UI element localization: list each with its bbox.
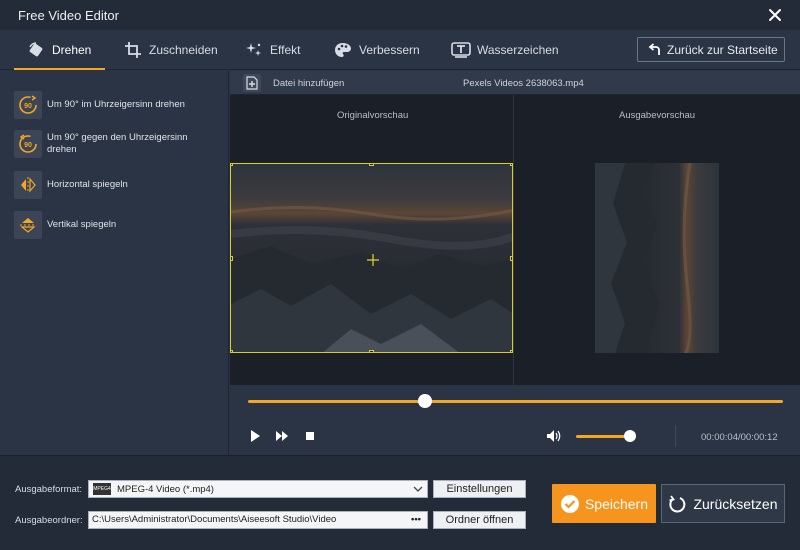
tab-zuschneiden[interactable]: Zuschneiden xyxy=(123,30,218,70)
flip-horizontal-icon xyxy=(14,171,42,199)
save-button-label: Speichern xyxy=(584,495,649,512)
original-video-frame xyxy=(231,164,512,352)
rotate-counterclockwise-label: Um 90° gegen den Uhrzeigersinn drehen xyxy=(47,132,188,155)
output-folder-value: C:\Users\Administrator\Documents\Aiseeso… xyxy=(92,514,337,525)
rotate-options-panel: 90 Um 90° im Uhrzeigersinn drehen 90 Um … xyxy=(0,71,229,455)
output-settings: Ausgabeformat: MPEG4 MPEG-4 Video (*.mp4… xyxy=(0,455,800,550)
volume-icon[interactable] xyxy=(546,429,562,443)
flip-vertical-option[interactable]: Vertikal spiegeln xyxy=(14,211,116,239)
volume-handle[interactable] xyxy=(624,430,636,442)
rotate-cw-badge: 90 xyxy=(24,103,32,110)
tab-label: Verbessern xyxy=(359,43,420,57)
play-icon[interactable] xyxy=(248,429,262,443)
preview-area: Originalvorschau Ausgabevorschau xyxy=(230,95,800,385)
rotate-ccw-badge: 90 xyxy=(24,142,32,149)
output-folder-label: Ausgabeordner: xyxy=(15,515,83,526)
output-preview-label: Ausgabevorschau xyxy=(619,110,696,121)
crop-handle[interactable] xyxy=(231,164,233,166)
rotate-cw-90-icon: 90 xyxy=(14,91,42,119)
tab-wasserzeichen[interactable]: Wasserzeichen xyxy=(451,30,559,70)
home-button-label: Zurück zur Startseite xyxy=(667,42,778,57)
palette-icon xyxy=(333,40,353,60)
back-arrow-icon xyxy=(648,42,660,55)
tab-label: Wasserzeichen xyxy=(477,43,559,57)
title-bar: Free Video Editor xyxy=(0,0,800,30)
flip-vertical-label: Vertikal spiegeln xyxy=(47,219,117,230)
output-format-select[interactable]: MPEG4 MPEG-4 Video (*.mp4) xyxy=(88,480,428,498)
rotate-icon xyxy=(26,40,46,60)
timecode: 00:00:04/00:00:12 xyxy=(701,432,778,443)
time-separator xyxy=(675,425,676,447)
close-icon[interactable] xyxy=(766,6,784,24)
reset-button-label: Zurücksetzen xyxy=(693,495,778,512)
checkmark-icon xyxy=(560,494,579,513)
open-folder-button[interactable]: Ordner öffnen xyxy=(433,511,526,529)
reset-button[interactable]: Zurücksetzen xyxy=(661,484,785,523)
home-button[interactable]: Zurück zur Startseite xyxy=(637,37,785,62)
original-preview-label: Originalvorschau xyxy=(337,110,409,121)
stop-icon[interactable] xyxy=(303,429,317,443)
tab-label: Effekt xyxy=(270,43,301,57)
preview-divider xyxy=(513,95,514,385)
file-bar: Datei hinzufügen Pexels Videos 2638063.m… xyxy=(230,71,800,95)
tab-label: Drehen xyxy=(52,43,92,57)
rotate-clockwise-label: Um 90° im Uhrzeigersinn drehen xyxy=(47,99,185,110)
crop-handle[interactable] xyxy=(231,256,233,261)
add-file-icon[interactable] xyxy=(243,74,261,92)
tab-effekt[interactable]: Effekt xyxy=(244,30,300,70)
rotate-clockwise-option[interactable]: 90 Um 90° im Uhrzeigersinn drehen xyxy=(14,91,185,119)
crop-handle[interactable] xyxy=(510,164,512,166)
tab-label: Zuschneiden xyxy=(149,43,218,57)
add-file-label[interactable]: Datei hinzufügen xyxy=(273,78,344,89)
mpeg4-format-icon: MPEG4 xyxy=(93,483,111,495)
rotate-counterclockwise-option[interactable]: 90 Um 90° gegen den Uhrzeigersinn drehen xyxy=(14,130,204,158)
settings-button[interactable]: Einstellungen xyxy=(433,480,526,498)
flip-horizontal-option[interactable]: Horizontal spiegeln xyxy=(14,171,128,199)
crop-handle[interactable] xyxy=(231,350,233,352)
seek-bar[interactable] xyxy=(248,400,783,403)
flip-horizontal-label: Horizontal spiegeln xyxy=(47,179,128,190)
flip-vertical-icon xyxy=(14,211,42,239)
sparkle-icon xyxy=(244,40,264,60)
tab-drehen[interactable]: Drehen xyxy=(13,30,106,70)
reset-icon xyxy=(669,494,686,512)
output-folder-input[interactable]: C:\Users\Administrator\Documents\Aiseeso… xyxy=(88,511,428,529)
output-format-value: MPEG-4 Video (*.mp4) xyxy=(117,483,214,495)
original-video-crop-frame[interactable] xyxy=(230,163,513,353)
tab-verbessern[interactable]: Verbessern xyxy=(333,30,420,70)
playback-controls: 00:00:04/00:00:12 xyxy=(230,385,800,455)
window-title: Free Video Editor xyxy=(18,8,119,23)
browse-folder-button[interactable]: ••• xyxy=(411,512,421,528)
crop-handle[interactable] xyxy=(369,350,374,352)
seek-handle[interactable] xyxy=(417,394,432,408)
output-video-frame xyxy=(595,163,719,353)
fast-forward-icon[interactable] xyxy=(275,429,289,443)
crop-handle[interactable] xyxy=(510,350,512,352)
output-format-label: Ausgabeformat: xyxy=(15,484,83,495)
chevron-down-icon[interactable] xyxy=(413,484,423,494)
file-name: Pexels Videos 2638063.mp4 xyxy=(463,78,584,89)
crop-handle[interactable] xyxy=(369,164,374,166)
crop-icon xyxy=(123,40,143,60)
rotate-ccw-90-icon: 90 xyxy=(14,130,42,158)
crop-handle[interactable] xyxy=(510,256,512,261)
watermark-icon xyxy=(451,40,471,60)
save-button[interactable]: Speichern xyxy=(552,484,656,523)
